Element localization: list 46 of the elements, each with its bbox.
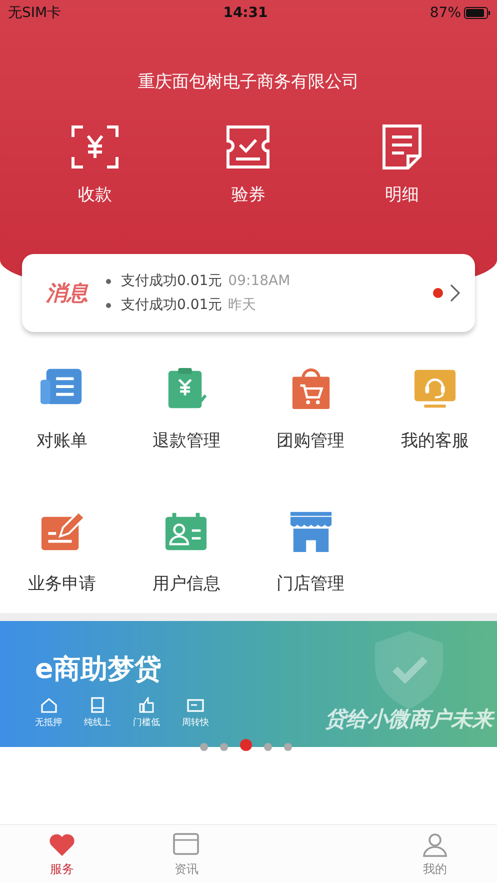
carousel-dot[interactable] [220,743,228,751]
clock-text: 14:31 [223,5,268,21]
carousel-dot[interactable] [240,739,252,751]
menu-item[interactable]: 对账单 [36,366,88,452]
carrier-text: 无SIM卡 [8,4,62,22]
thumbs-up-icon [138,697,155,713]
feature-text: 纯线上 [84,716,111,729]
message-card[interactable]: 消息 支付成功0.01元 09:18AM 支付成功0.01元 昨天 [22,254,475,332]
tab-item[interactable]: 服务 [48,825,76,883]
carousel-dot[interactable] [264,743,272,751]
message-text: 支付成功0.01元 [121,296,222,314]
feature-text: 无抵押 [35,716,62,729]
tab-item[interactable]: 我的 [420,825,449,883]
message-time: 09:18AM [228,273,290,289]
tablet-icon [89,697,106,713]
person-icon [420,830,449,858]
feature-text: 周转快 [182,716,209,729]
carousel-dot[interactable] [200,743,208,751]
banner-title: e商助梦贷 [35,653,162,687]
battery-text: 87% [430,5,461,21]
message-time: 昨天 [228,296,256,314]
bullet-icon [106,278,111,284]
message-text: 支付成功0.01元 [121,272,222,290]
card-icon [172,830,200,858]
carousel-dot[interactable] [284,743,292,751]
feature-text: 门槛低 [133,716,160,729]
banner-slogan: 贷给小微商户未来 [325,706,493,733]
message-logo: 消息 [46,280,88,307]
menu-item[interactable]: 业务申请 [28,509,96,595]
card-icon [187,697,204,713]
menu-item[interactable]: 用户信息 [152,509,220,595]
chevron-right-icon [449,283,461,303]
company-title: 重庆面包树电子商务有限公司 [137,71,360,93]
tab-item[interactable]: 资讯 [172,825,200,883]
house-icon [40,697,57,713]
battery-icon [464,7,491,19]
ticket-check-icon [224,123,272,171]
action-button[interactable]: 验券 [203,123,294,206]
action-button[interactable]: 收款 [50,123,140,206]
action-button[interactable]: 明细 [357,123,448,206]
menu-item[interactable]: 退款管理 [152,366,220,452]
menu-item[interactable]: 我的客服 [400,366,469,452]
yuan-scan-icon [70,123,119,171]
menu-item[interactable]: 门店管理 [276,509,345,595]
bullet-icon [106,302,111,308]
menu-item[interactable]: 团购管理 [276,366,345,452]
